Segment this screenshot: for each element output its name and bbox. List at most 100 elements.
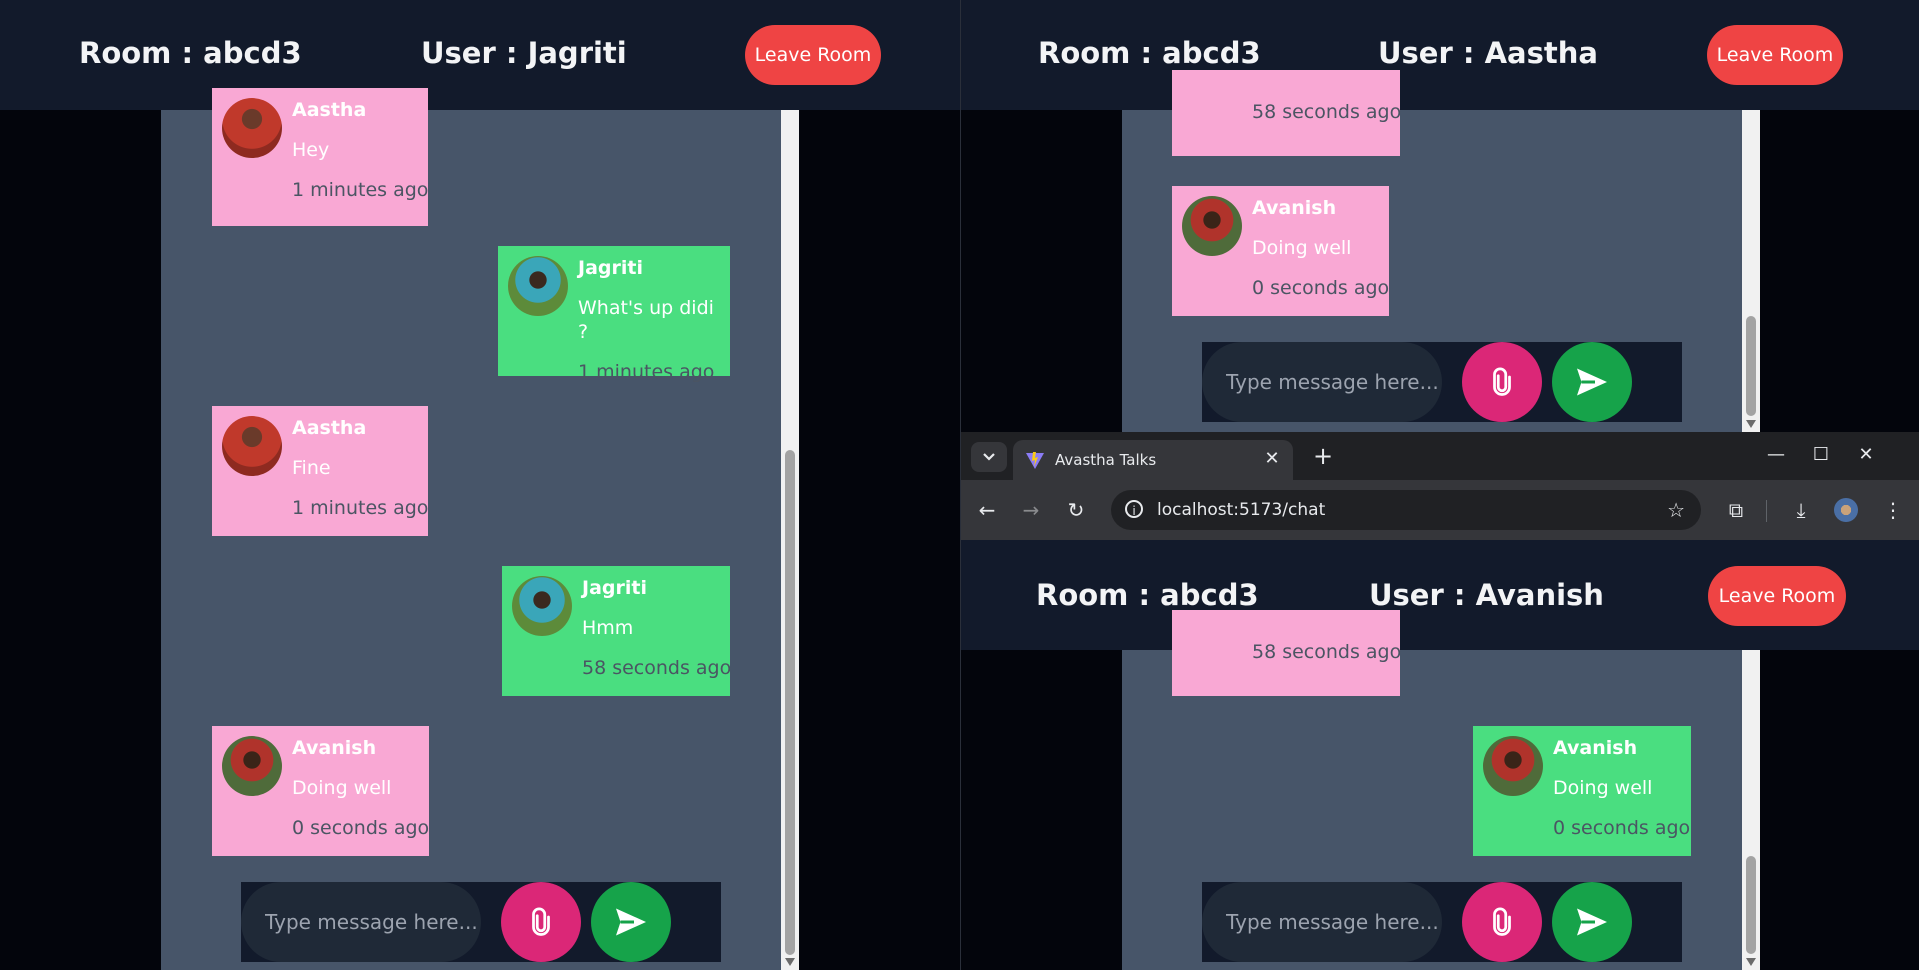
message-composer xyxy=(241,882,721,962)
message-bubble: Aastha Hey 1 minutes ago xyxy=(212,88,428,226)
close-window-icon[interactable]: ✕ xyxy=(1851,444,1881,465)
avatar xyxy=(222,416,282,476)
avatar xyxy=(508,256,568,316)
scroll-down-arrow[interactable] xyxy=(1746,420,1756,428)
avatar xyxy=(222,736,282,796)
tab-search-button[interactable] xyxy=(971,442,1007,472)
address-bar[interactable]: i localhost:5173/chat ☆ xyxy=(1111,490,1701,530)
message-composer xyxy=(1202,342,1682,422)
message-time: 58 seconds ago xyxy=(582,657,732,679)
leave-room-button[interactable]: Leave Room xyxy=(1708,566,1846,626)
send-icon xyxy=(1577,908,1607,936)
download-icon[interactable]: ⤓ xyxy=(1789,498,1813,522)
menu-icon[interactable]: ⋮ xyxy=(1881,498,1905,522)
room-title: Room : abcd3 xyxy=(79,36,302,70)
message-sender: Jagriti xyxy=(582,577,647,599)
tab-title: Avastha Talks xyxy=(1055,451,1157,469)
reload-icon[interactable]: ↻ xyxy=(1064,498,1088,522)
attach-button[interactable] xyxy=(1462,882,1542,962)
browser-toolbar: ← → ↻ i localhost:5173/chat ☆ ⧉ ⤓ ⋮ xyxy=(961,480,1919,540)
scroll-down-arrow[interactable] xyxy=(785,958,795,966)
maximize-icon[interactable]: ☐ xyxy=(1806,444,1836,465)
messages-area[interactable]: 58 seconds ago Avanish Doing well 0 seco… xyxy=(1122,70,1742,432)
message-time: 1 minutes ago xyxy=(292,497,429,519)
message-sender: Avanish xyxy=(292,737,377,759)
message-text: Fine xyxy=(292,457,331,479)
message-sender: Avanish xyxy=(1252,197,1337,219)
message-sender: Aastha xyxy=(292,99,367,121)
chat-header: Room : abcd3 User : Avanish Leave Room xyxy=(961,540,1919,650)
toolbar-separator xyxy=(1766,500,1767,522)
minimize-icon[interactable]: — xyxy=(1761,444,1791,465)
message-time: 58 seconds ago xyxy=(1252,641,1402,663)
leave-room-button[interactable]: Leave Room xyxy=(1707,25,1843,85)
site-info-icon[interactable]: i xyxy=(1125,500,1143,518)
chat-window-jagriti: Room : abcd3 User : Jagriti Leave Room A… xyxy=(0,0,960,970)
paperclip-icon xyxy=(1493,907,1511,936)
extensions-icon[interactable]: ⧉ xyxy=(1724,498,1748,522)
avatar xyxy=(512,576,572,636)
chat-window-aastha: Room : abcd3 User : Aastha Leave Room 58… xyxy=(961,0,1919,432)
message-bubble: Avanish Doing well 0 seconds ago xyxy=(1172,186,1389,316)
message-input[interactable] xyxy=(1202,882,1442,962)
vite-logo-icon xyxy=(1026,452,1044,469)
message-bubble: Avanish Doing well 0 seconds ago xyxy=(1473,726,1691,856)
scrollbar[interactable] xyxy=(1742,650,1760,970)
message-bubble: Aastha Fine 1 minutes ago xyxy=(212,406,428,536)
message-time: 58 seconds ago xyxy=(1252,101,1402,123)
paperclip-icon xyxy=(532,907,550,936)
chat-window-avanish: Room : abcd3 User : Avanish Leave Room 5… xyxy=(961,540,1919,970)
messages-area[interactable]: Aastha Hey 1 minutes ago Jagriti What's … xyxy=(161,88,781,970)
message-time: 1 minutes ago xyxy=(578,361,715,383)
send-button[interactable] xyxy=(591,882,671,962)
message-sender: Aastha xyxy=(292,417,367,439)
scrollbar[interactable] xyxy=(781,110,799,970)
scroll-thumb[interactable] xyxy=(1746,856,1756,954)
forward-icon[interactable]: → xyxy=(1019,498,1043,522)
tab-avastha-talks[interactable]: Avastha Talks ✕ xyxy=(1013,440,1293,480)
message-sender: Jagriti xyxy=(578,257,643,279)
bookmark-star-icon[interactable]: ☆ xyxy=(1667,498,1685,522)
close-tab-icon[interactable]: ✕ xyxy=(1263,450,1281,468)
message-bubble: 58 seconds ago xyxy=(1172,70,1402,156)
room-title: Room : abcd3 xyxy=(1036,578,1259,612)
scroll-down-arrow[interactable] xyxy=(1746,958,1756,966)
message-text: Doing well xyxy=(292,777,392,799)
message-text: Hmm xyxy=(582,617,634,639)
new-tab-icon[interactable]: + xyxy=(1313,444,1333,468)
send-icon xyxy=(1577,368,1607,396)
message-bubble: Jagriti Hmm 58 seconds ago xyxy=(502,566,732,696)
avatar xyxy=(1182,196,1242,256)
message-input[interactable] xyxy=(241,882,481,962)
send-button[interactable] xyxy=(1552,882,1632,962)
message-bubble: Avanish Doing well 0 seconds ago xyxy=(212,726,429,856)
user-title: User : Jagriti xyxy=(421,36,627,70)
paperclip-icon xyxy=(1493,367,1511,396)
scrollbar[interactable] xyxy=(1742,110,1760,432)
room-title: Room : abcd3 xyxy=(1038,36,1261,70)
message-time: 0 seconds ago xyxy=(1252,277,1390,299)
message-text: What's up didi ? xyxy=(578,297,714,343)
message-time: 1 minutes ago xyxy=(292,179,429,201)
message-composer xyxy=(1202,882,1682,962)
message-time: 0 seconds ago xyxy=(292,817,430,839)
scroll-thumb[interactable] xyxy=(1746,316,1756,416)
user-title: User : Aastha xyxy=(1378,36,1598,70)
profile-avatar[interactable] xyxy=(1834,498,1858,522)
attach-button[interactable] xyxy=(1462,342,1542,422)
chat-header: Room : abcd3 User : Jagriti Leave Room xyxy=(0,0,960,110)
message-bubble: 58 seconds ago xyxy=(1172,610,1402,696)
message-text: Hey xyxy=(292,139,330,161)
back-icon[interactable]: ← xyxy=(975,498,999,522)
avatar xyxy=(1483,736,1543,796)
messages-area[interactable]: 58 seconds ago Avanish Doing well 0 seco… xyxy=(1122,610,1742,970)
scroll-thumb[interactable] xyxy=(785,450,795,955)
avatar xyxy=(222,98,282,158)
leave-room-button[interactable]: Leave Room xyxy=(745,25,881,85)
message-time: 0 seconds ago xyxy=(1553,817,1691,839)
message-bubble: Jagriti What's up didi ? 1 minutes ago xyxy=(498,246,730,383)
send-button[interactable] xyxy=(1552,342,1632,422)
user-title: User : Avanish xyxy=(1369,578,1604,612)
message-input[interactable] xyxy=(1202,342,1442,422)
attach-button[interactable] xyxy=(501,882,581,962)
